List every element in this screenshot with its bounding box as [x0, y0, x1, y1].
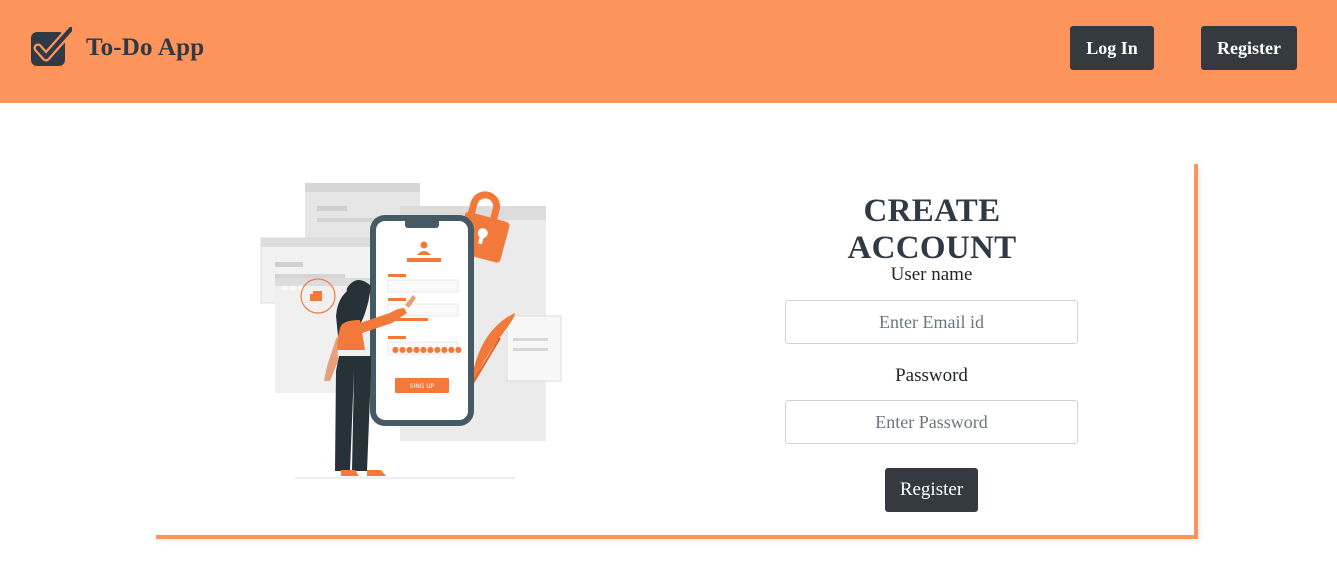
password-label: Password: [895, 365, 968, 386]
signup-phone-illustration: ●●●●●●●●●● SING UP: [260, 183, 562, 479]
illustration-signup-text: SING UP: [410, 383, 435, 390]
checkbox-check-icon: [31, 27, 72, 66]
email-input[interactable]: [785, 300, 1078, 344]
register-submit-button[interactable]: Register: [885, 468, 978, 512]
svg-text:●●●●●●●●●●: ●●●●●●●●●●: [392, 345, 462, 354]
brand-name: To-Do App: [86, 34, 205, 61]
password-input[interactable]: [785, 400, 1078, 444]
brand[interactable]: To-Do App: [30, 27, 204, 69]
page-title: CREATE ACCOUNT: [847, 193, 1017, 266]
register-nav-button[interactable]: Register: [1201, 26, 1297, 70]
username-label: User name: [890, 264, 973, 285]
navbar: To-Do App Log In Register: [0, 0, 1337, 103]
login-button[interactable]: Log In: [1070, 26, 1154, 70]
